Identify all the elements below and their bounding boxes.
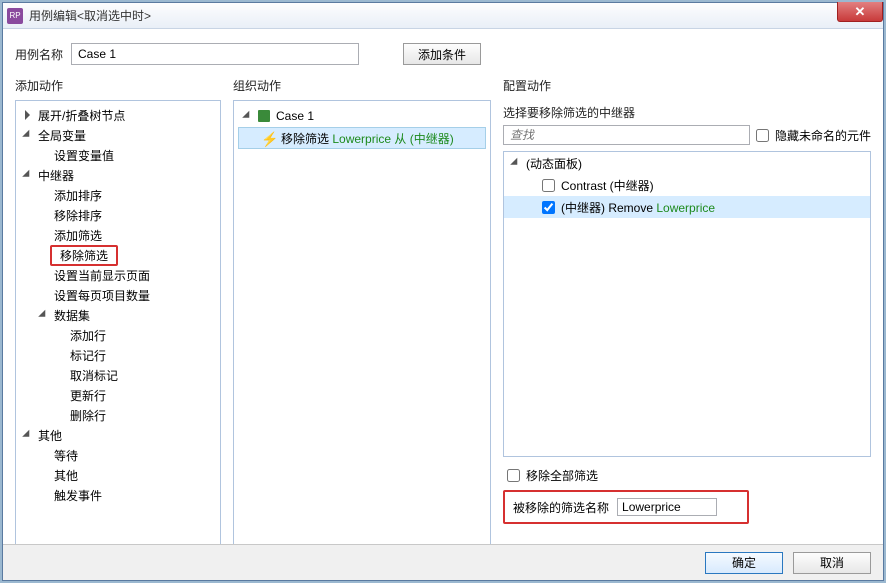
tree-dataset[interactable]: 数据集 bbox=[16, 305, 220, 325]
tree-fire-event[interactable]: 触发事件 bbox=[16, 485, 220, 505]
tree-expand-collapse[interactable]: 展开/折叠树节点 bbox=[16, 105, 220, 125]
cfg-repeater-checkbox[interactable] bbox=[542, 201, 555, 214]
org-action-text: 移除筛选 Lowerprice 从 (中继器) bbox=[281, 130, 454, 147]
cfg-removed-name-input[interactable] bbox=[617, 498, 717, 516]
topbar: 用例名称 添加条件 bbox=[3, 29, 883, 75]
cfg-dynamic-panel[interactable]: (动态面板) bbox=[504, 152, 870, 174]
tree-delete-row[interactable]: 删除行 bbox=[16, 405, 220, 425]
tree-set-var[interactable]: 设置变量值 bbox=[16, 145, 220, 165]
close-button[interactable]: ✕ bbox=[837, 2, 883, 22]
tree-mark-row[interactable]: 标记行 bbox=[16, 345, 220, 365]
configure-header: 配置动作 bbox=[503, 75, 871, 100]
case-name-label: 用例名称 bbox=[15, 46, 63, 63]
dialog-window: RP 用例编辑<取消选中时> ✕ 用例名称 添加条件 添加动作 展开/折叠树节点… bbox=[2, 2, 884, 581]
bolt-icon: ⚡ bbox=[261, 131, 275, 145]
tree-set-perpage[interactable]: 设置每页项目数量 bbox=[16, 285, 220, 305]
organize-panel: Case 1 ⚡ 移除筛选 Lowerprice 从 (中继器) bbox=[233, 100, 491, 551]
tree-update-row[interactable]: 更新行 bbox=[16, 385, 220, 405]
tree-remove-filter[interactable]: 移除筛选 bbox=[16, 245, 220, 265]
action-tree-panel: 展开/折叠树节点 全局变量 设置变量值 中继器 添加排序 移除排序 添加筛选 移… bbox=[15, 100, 221, 551]
cfg-repeater-text: (中继器) Remove Lowerprice bbox=[561, 199, 715, 216]
cfg-remove-all-checkbox[interactable] bbox=[507, 469, 520, 482]
cfg-search-input[interactable] bbox=[503, 125, 750, 145]
cfg-tree-panel: (动态面板) Contrast (中继器) (中继器) Remove Lower… bbox=[503, 151, 871, 457]
tree-unmark-row[interactable]: 取消标记 bbox=[16, 365, 220, 385]
footer: 确定 取消 bbox=[3, 544, 883, 580]
cfg-removed-name-label: 被移除的筛选名称 bbox=[513, 499, 609, 516]
org-caret-icon bbox=[242, 110, 254, 122]
tree-add-row[interactable]: 添加行 bbox=[16, 325, 220, 345]
tree-add-sort[interactable]: 添加排序 bbox=[16, 185, 220, 205]
add-action-header: 添加动作 bbox=[15, 75, 221, 100]
case-name-input[interactable] bbox=[71, 43, 359, 65]
cfg-hide-unnamed[interactable]: 隐藏未命名的元件 bbox=[756, 127, 871, 144]
tree-other2[interactable]: 其他 bbox=[16, 465, 220, 485]
highlight-remove-filter: 移除筛选 bbox=[50, 245, 118, 266]
configure-column: 配置动作 选择要移除筛选的中继器 隐藏未命名的元件 (动态面板) bbox=[503, 75, 871, 551]
cfg-remove-all-row[interactable]: 移除全部筛选 bbox=[503, 467, 871, 484]
organize-header: 组织动作 bbox=[233, 75, 491, 100]
app-icon: RP bbox=[7, 8, 23, 24]
tree-set-page[interactable]: 设置当前显示页面 bbox=[16, 265, 220, 285]
window-title: 用例编辑<取消选中时> bbox=[29, 7, 151, 24]
cfg-contrast-row[interactable]: Contrast (中继器) bbox=[504, 174, 870, 196]
add-action-column: 添加动作 展开/折叠树节点 全局变量 设置变量值 中继器 添加排序 移除排序 添… bbox=[15, 75, 221, 551]
tree-wait[interactable]: 等待 bbox=[16, 445, 220, 465]
cfg-hide-unnamed-checkbox[interactable] bbox=[756, 129, 769, 142]
org-case-row[interactable]: Case 1 bbox=[238, 105, 486, 127]
cancel-button[interactable]: 取消 bbox=[793, 552, 871, 574]
tree-repeater[interactable]: 中继器 bbox=[16, 165, 220, 185]
tree-add-filter[interactable]: 添加筛选 bbox=[16, 225, 220, 245]
organize-column: 组织动作 Case 1 ⚡ 移除筛选 Lowerprice 从 (中继器) bbox=[233, 75, 491, 551]
ok-button[interactable]: 确定 bbox=[705, 552, 783, 574]
tree-other[interactable]: 其他 bbox=[16, 425, 220, 445]
tree-remove-sort[interactable]: 移除排序 bbox=[16, 205, 220, 225]
tree-global-var[interactable]: 全局变量 bbox=[16, 125, 220, 145]
cfg-caret-icon bbox=[510, 157, 522, 169]
org-action-row[interactable]: ⚡ 移除筛选 Lowerprice 从 (中继器) bbox=[238, 127, 486, 149]
cfg-contrast-checkbox[interactable] bbox=[542, 179, 555, 192]
highlight-filter-name: 被移除的筛选名称 bbox=[503, 490, 749, 524]
titlebar: RP 用例编辑<取消选中时> ✕ bbox=[3, 3, 883, 29]
case-icon bbox=[258, 110, 270, 122]
cfg-repeater-row[interactable]: (中继器) Remove Lowerprice bbox=[504, 196, 870, 218]
add-condition-button[interactable]: 添加条件 bbox=[403, 43, 481, 65]
cfg-select-label: 选择要移除筛选的中继器 bbox=[503, 104, 871, 121]
org-case-label: Case 1 bbox=[276, 109, 314, 123]
